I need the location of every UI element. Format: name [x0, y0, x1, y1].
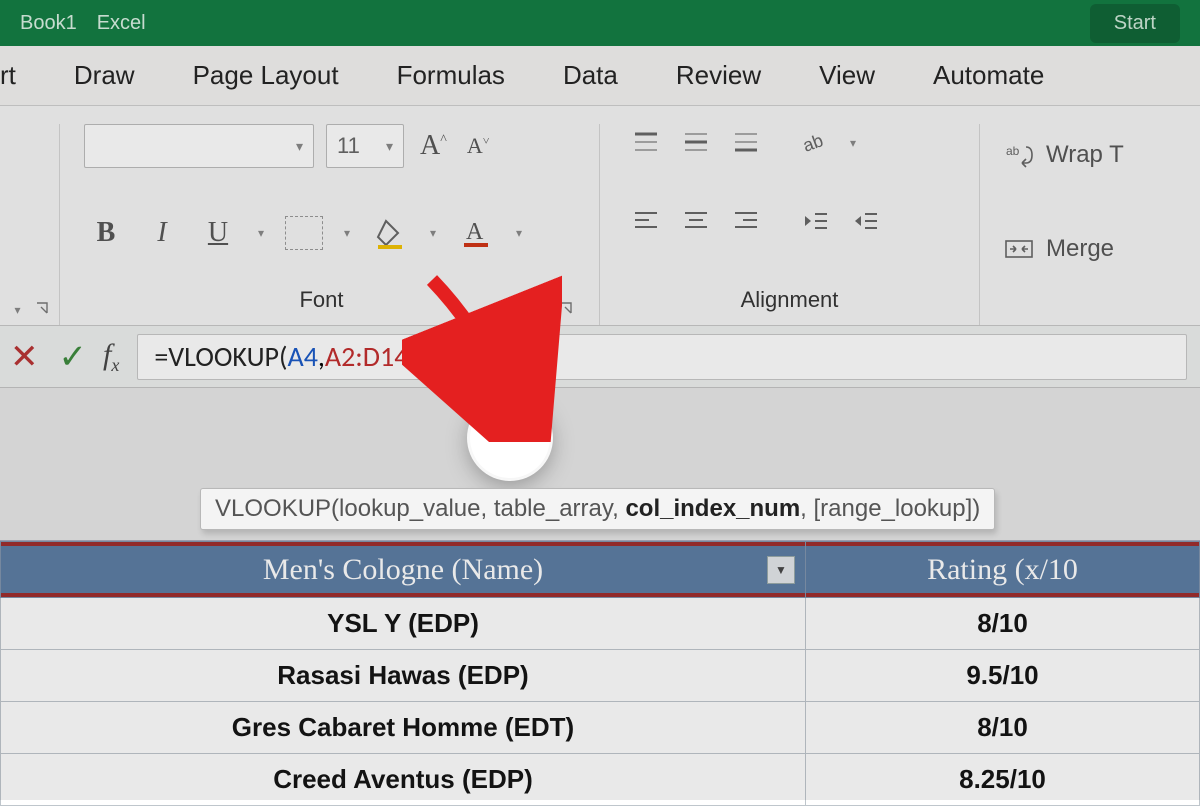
align-top-icon[interactable] — [624, 124, 668, 162]
font-group: ▾ 11 ▾ A^ A˅ B I U ▾ ▾ ▾ A ▾ Font — [60, 124, 600, 325]
col-header-name[interactable]: Men's Cologne (Name) ▼ — [1, 542, 806, 598]
table-row[interactable]: Rasasi Hawas (EDP) 9.5/10 — [1, 650, 1200, 702]
orientation-drop-icon[interactable]: ▾ — [844, 136, 862, 150]
italic-button[interactable]: I — [140, 211, 184, 255]
cell-name[interactable]: YSL Y (EDP) — [1, 598, 806, 650]
font-dialog-launcher-icon[interactable] — [559, 301, 575, 317]
tab-data[interactable]: Data — [563, 60, 618, 91]
fill-color-button[interactable] — [368, 211, 412, 255]
fx-icon[interactable]: fx — [97, 338, 137, 376]
cell-rating[interactable]: 8/10 — [806, 598, 1200, 650]
fontcolor-drop-icon[interactable]: ▾ — [510, 226, 528, 240]
increase-font-icon[interactable]: A^ — [416, 126, 451, 166]
align-center-icon[interactable] — [674, 202, 718, 240]
font-group-label: Font — [84, 287, 559, 317]
merge-label: Merge — [1046, 235, 1114, 263]
align-bottom-icon[interactable] — [724, 124, 768, 162]
font-name-combo[interactable]: ▾ — [84, 124, 314, 168]
tab-view[interactable]: View — [819, 60, 875, 91]
formula-input[interactable]: =VLOOKUP(A4,A2:D14, — [137, 334, 1187, 380]
formula-sep1: , — [318, 339, 325, 374]
cell-rating[interactable]: 8/10 — [806, 702, 1200, 754]
cancel-icon[interactable]: ✕ — [0, 337, 49, 377]
cell-rating[interactable]: 9.5/10 — [806, 650, 1200, 702]
tab-draw[interactable]: Draw — [74, 60, 135, 91]
wrap-text-button[interactable]: ab Wrap T — [1004, 130, 1166, 180]
decrease-font-icon[interactable]: A˅ — [463, 129, 494, 163]
tooltip-after: , [range_lookup]) — [800, 495, 980, 522]
tab-insert-partial[interactable]: rt — [0, 60, 16, 91]
col-header-rating-label: Rating (x/10 — [927, 553, 1078, 586]
align-left-icon[interactable] — [624, 202, 668, 240]
font-color-button[interactable]: A — [454, 211, 498, 255]
tab-review[interactable]: Review — [676, 60, 761, 91]
enter-icon[interactable]: ✓ — [49, 337, 98, 377]
titlebar: Book1 Excel Start — [0, 0, 1200, 46]
align-right-icon[interactable] — [724, 202, 768, 240]
decrease-indent-icon[interactable] — [794, 202, 838, 240]
clipboard-expand-icon[interactable]: ▾ — [9, 303, 27, 317]
cell-rating[interactable]: 8.25/10 — [806, 754, 1200, 806]
function-tooltip: VLOOKUP(lookup_value, table_array, col_i… — [200, 488, 995, 530]
col-header-rating[interactable]: Rating (x/10 — [806, 542, 1200, 598]
filter-icon[interactable]: ▼ — [767, 556, 795, 584]
table-row[interactable]: Creed Aventus (EDP) 8.25/10 — [1, 754, 1200, 806]
wrap-text-label: Wrap T — [1046, 141, 1124, 169]
cell-name[interactable]: Creed Aventus (EDP) — [1, 754, 806, 806]
tooltip-bold-arg: col_index_num — [625, 495, 800, 522]
orientation-icon[interactable]: ab — [794, 124, 838, 162]
formula-sep2: , — [408, 339, 415, 374]
alignment-group: ab ▾ Alignment — [600, 124, 980, 325]
svg-text:ab: ab — [1006, 144, 1020, 158]
underline-button[interactable]: U — [196, 211, 240, 255]
data-table: Men's Cologne (Name) ▼ Rating (x/10 YSL … — [0, 541, 1200, 806]
tab-page-layout[interactable]: Page Layout — [193, 60, 339, 91]
table-row[interactable]: Gres Cabaret Homme (EDT) 8/10 — [1, 702, 1200, 754]
tooltip-fn: VLOOKUP — [215, 495, 331, 522]
svg-text:A: A — [466, 219, 484, 245]
worksheet[interactable]: Men's Cologne (Name) ▼ Rating (x/10 YSL … — [0, 540, 1200, 806]
caret-icon — [417, 341, 419, 373]
cell-name[interactable]: Gres Cabaret Homme (EDT) — [1, 702, 806, 754]
font-size-value: 11 — [337, 133, 360, 159]
tab-formulas[interactable]: Formulas — [397, 60, 505, 91]
start-button[interactable]: Start — [1090, 4, 1180, 43]
table-row[interactable]: YSL Y (EDP) 8/10 — [1, 598, 1200, 650]
bold-button[interactable]: B — [84, 211, 128, 255]
ribbon: ▾ ▾ 11 ▾ A^ A˅ B I U ▾ ▾ ▾ A — [0, 106, 1200, 326]
cell-name[interactable]: Rasasi Hawas (EDP) — [1, 650, 806, 702]
col-header-name-label: Men's Cologne (Name) — [263, 553, 543, 586]
formula-ref1: A4 — [288, 339, 318, 374]
border-button[interactable] — [282, 211, 326, 255]
tooltip-before: (lookup_value, table_array, — [331, 495, 625, 522]
increase-indent-icon[interactable] — [844, 202, 888, 240]
workbook-name: Book1 — [20, 12, 77, 35]
formula-eq: = — [154, 339, 168, 374]
wrap-text-icon: ab — [1004, 141, 1034, 169]
align-middle-icon[interactable] — [674, 124, 718, 162]
formula-bar: ✕ ✓ fx =VLOOKUP(A4,A2:D14, — [0, 326, 1200, 388]
fill-drop-icon[interactable]: ▾ — [424, 226, 442, 240]
border-drop-icon[interactable]: ▾ — [338, 226, 356, 240]
svg-text:ab: ab — [801, 130, 826, 156]
ribbon-tabs: rt Draw Page Layout Formulas Data Review… — [0, 46, 1200, 106]
merge-wrap-group: ab Wrap T Merge — [980, 124, 1190, 325]
highlight-circle — [470, 398, 550, 478]
merge-icon — [1004, 237, 1034, 261]
font-size-combo[interactable]: 11 ▾ — [326, 124, 404, 168]
tab-automate[interactable]: Automate — [933, 60, 1044, 91]
formula-fn: VLOOKUP( — [168, 339, 287, 374]
formula-ref2: A2:D14 — [325, 339, 409, 374]
app-name: Excel — [97, 12, 146, 35]
underline-drop-icon[interactable]: ▾ — [252, 226, 270, 240]
clipboard-group: ▾ — [0, 124, 60, 325]
merge-center-button[interactable]: Merge — [1004, 224, 1166, 274]
dialog-launcher-icon[interactable] — [35, 301, 51, 317]
alignment-group-label: Alignment — [624, 287, 955, 317]
